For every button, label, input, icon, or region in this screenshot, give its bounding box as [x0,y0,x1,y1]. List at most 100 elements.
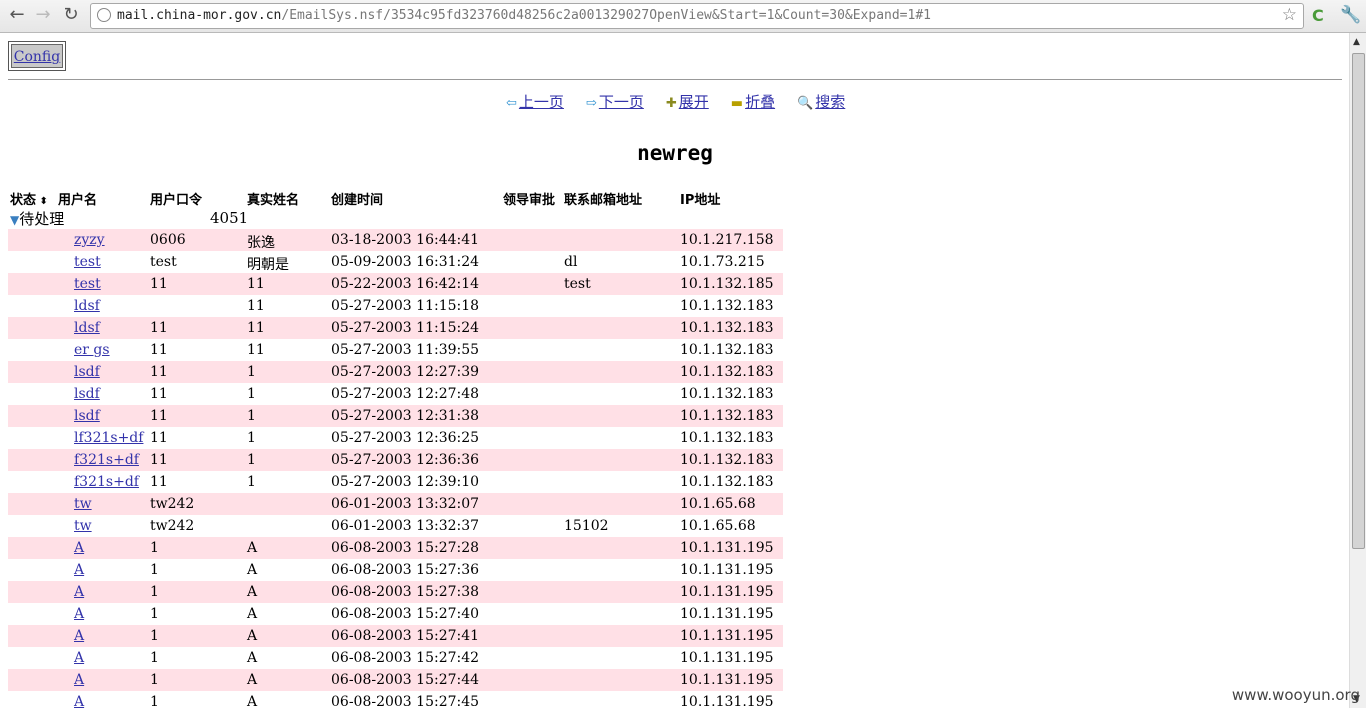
table-row: lsdf 11 1 05-27-2003 12:27:48 10.1.132.183 [8,383,783,405]
row-created: 05-27-2003 12:27:48 [331,386,480,402]
row-password: 0606 [150,232,186,248]
vertical-scrollbar[interactable]: ▲ ▼ [1349,33,1366,708]
row-created: 05-27-2003 12:39:10 [331,474,480,490]
table-row: lsdf 11 1 05-27-2003 12:27:39 10.1.132.183 [8,361,783,383]
search-label: 搜索 [815,93,846,111]
row-created: 06-08-2003 15:27:36 [331,562,480,578]
row-username[interactable]: zyzy [74,232,105,248]
reload-icon[interactable]: ↻ [60,4,82,26]
row-username[interactable]: test [74,276,101,292]
row-username[interactable]: A [74,562,84,578]
row-username[interactable]: A [74,606,84,622]
row-created: 05-27-2003 11:39:55 [331,342,480,358]
table-row: tw tw242 06-01-2003 13:32:07 10.1.65.68 [8,493,783,515]
col-status[interactable]: 状态 ⬍ [10,189,48,208]
table-row: ldsf 11 05-27-2003 11:15:18 10.1.132.183 [8,295,783,317]
address-bar[interactable]: mail.china-mor.gov.cn/EmailSys.nsf/3534c… [90,3,1304,29]
row-password: 11 [150,364,168,380]
category-label: 待处理 [19,210,65,228]
next-page-link[interactable]: ⇨ 下一页 [586,93,644,111]
col-approval: 领导审批 [503,193,556,208]
table-row: A 1 A 06-08-2003 15:27:41 10.1.131.195 [8,625,783,647]
table-row: A 1 A 06-08-2003 15:27:42 10.1.131.195 [8,647,783,669]
row-created: 05-27-2003 12:36:25 [331,430,480,446]
row-ip: 10.1.132.183 [680,474,774,490]
row-realname: 11 [247,320,265,336]
row-password: 1 [150,606,159,622]
row-username[interactable]: ldsf [74,298,100,314]
expand-label: 展开 [678,93,709,111]
row-ip: 10.1.132.183 [680,342,774,358]
row-created: 06-01-2003 13:32:37 [331,518,480,534]
row-password: 1 [150,672,159,688]
row-password: 11 [150,342,168,358]
category-pending[interactable]: ▼待处理 4051 [10,208,248,229]
row-username[interactable]: f321s+df [74,474,139,490]
row-created: 06-08-2003 15:27:28 [331,540,480,556]
row-realname: A [247,672,258,688]
row-realname: A [247,628,258,644]
row-created: 06-08-2003 15:27:42 [331,650,480,666]
config-button[interactable]: Config [11,44,63,68]
search-link[interactable]: 🔍 搜索 [797,93,845,111]
collapse-link[interactable]: ▬ 折叠 [731,93,775,111]
config-button-frame: Config [8,41,66,71]
back-arrow-icon[interactable]: ← [6,4,28,26]
row-username[interactable]: lsdf [74,364,100,380]
next-label: 下一页 [598,93,644,111]
row-created: 06-08-2003 15:27:44 [331,672,480,688]
table-row: f321s+df 11 1 05-27-2003 12:39:10 10.1.132.1… [8,471,783,493]
left-arrow-icon: ⇦ [506,96,517,111]
wrench-menu-icon[interactable]: 🔧 [1340,5,1361,25]
row-username[interactable]: A [74,540,84,556]
row-username[interactable]: tw [74,496,92,512]
expand-link[interactable]: ✚ 展开 [666,93,709,111]
row-username[interactable]: test [74,254,101,270]
row-password: 11 [150,276,168,292]
row-username[interactable]: lf321s+df [74,430,143,446]
row-password: tw242 [150,518,195,534]
plus-icon: ✚ [665,96,677,111]
row-username[interactable]: A [74,672,84,688]
row-username[interactable]: A [74,650,84,666]
col-status-label: 状态 [10,193,37,208]
row-username[interactable]: tw [74,518,92,534]
row-username[interactable]: ldsf [74,320,100,336]
row-ip: 10.1.132.183 [680,430,774,446]
globe-icon [97,8,111,22]
expanded-triangle-icon[interactable]: ▼ [10,213,19,227]
row-created: 05-27-2003 11:15:18 [331,298,480,314]
row-username[interactable]: A [74,628,84,644]
row-username[interactable]: lsdf [74,408,100,424]
col-username: 用户名 [58,193,98,208]
table-row: zyzy 0606 张逸 03-18-2003 16:44:41 10.1.217.15… [8,229,783,251]
row-username[interactable]: A [74,584,84,600]
row-ip: 10.1.132.183 [680,298,774,314]
row-created: 06-08-2003 15:27:38 [331,584,480,600]
scroll-thumb[interactable] [1352,53,1365,549]
row-realname: 明朝是 [247,257,289,273]
row-username[interactable]: er gs [74,342,110,358]
extension-c-icon[interactable]: C [1312,6,1324,25]
row-password: 11 [150,386,168,402]
row-created: 06-08-2003 15:27:41 [331,628,480,644]
bookmark-star-icon[interactable]: ☆ [1282,5,1297,25]
row-realname: 1 [247,474,256,490]
row-username[interactable]: f321s+df [74,452,139,468]
col-password: 用户口令 [150,193,203,208]
url-text[interactable]: mail.china-mor.gov.cn/EmailSys.nsf/3534c… [117,8,931,23]
collapse-label: 折叠 [745,93,776,111]
row-realname: A [247,540,258,556]
row-created: 05-09-2003 16:31:24 [331,254,480,270]
row-username[interactable]: lsdf [74,386,100,402]
table-row: tw tw242 06-01-2003 13:32:37 15102 10.1.65.6… [8,515,783,537]
prev-label: 上一页 [518,93,564,111]
row-username[interactable]: A [74,694,84,708]
table-row: lf321s+df 11 1 05-27-2003 12:36:25 10.1.132.… [8,427,783,449]
row-realname: 11 [247,342,265,358]
forward-arrow-icon[interactable]: → [32,4,54,26]
row-ip: 10.1.131.195 [680,672,774,688]
prev-page-link[interactable]: ⇦ 上一页 [506,93,564,111]
scroll-up-icon[interactable]: ▲ [1353,37,1360,47]
sort-icon: ⬍ [36,196,48,207]
